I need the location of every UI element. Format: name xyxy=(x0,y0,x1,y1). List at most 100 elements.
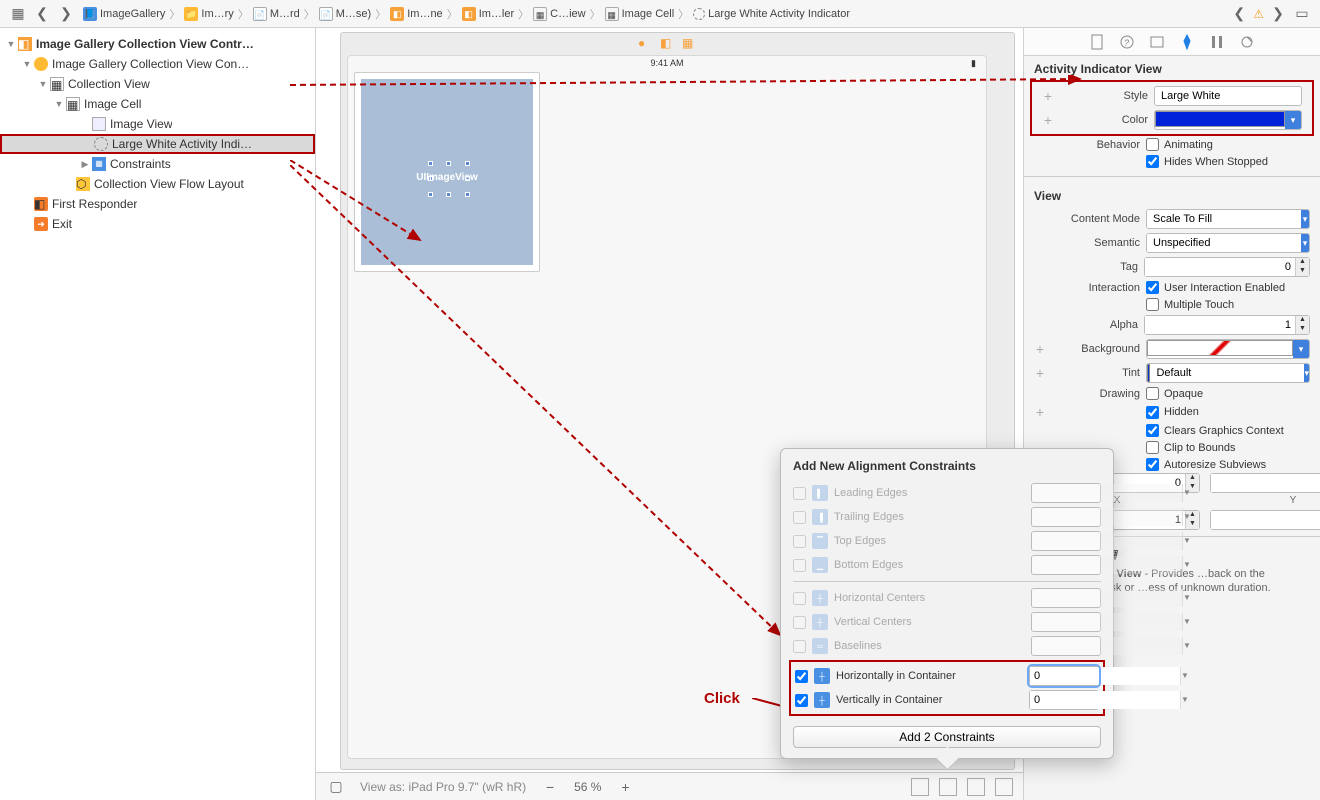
clip-checkbox[interactable] xyxy=(1146,441,1159,454)
alignment-constraints-popover: Add New Alignment Constraints ▌Leading E… xyxy=(780,448,1114,759)
constraint-checkbox xyxy=(793,592,806,605)
related-items-button[interactable]: ▦ xyxy=(8,4,28,24)
align-icon: ▐ xyxy=(812,509,828,525)
background-select[interactable]: ▾ xyxy=(1146,339,1310,359)
constraint-row: ┼Vertical Centers▼ xyxy=(793,610,1101,634)
constraint-value-input[interactable]: ▼ xyxy=(1029,690,1099,710)
align-button[interactable] xyxy=(939,778,957,796)
outline-item-collection-view[interactable]: ▼▦Collection View xyxy=(0,74,315,94)
add-constraints-button[interactable]: Add 2 Constraints xyxy=(793,726,1101,748)
constraint-row: ═Baselines▼ xyxy=(793,634,1101,658)
align-icon: ┼ xyxy=(814,692,830,708)
first-responder-icon: ◧ xyxy=(34,197,48,211)
section-view: View xyxy=(1024,183,1320,207)
user-interaction-checkbox[interactable] xyxy=(1146,281,1159,294)
autoresize-checkbox[interactable] xyxy=(1146,458,1159,471)
resolve-button[interactable] xyxy=(995,778,1013,796)
crumb-cell[interactable]: ▦Image Cell xyxy=(602,7,678,21)
section-activity-indicator: Activity Indicator View xyxy=(1024,56,1320,80)
constraint-checkbox xyxy=(793,559,806,572)
crumb-activity-indicator[interactable]: Large White Activity Indicator xyxy=(690,8,853,20)
constraint-row-h-container[interactable]: ┼Horizontally in Container▼ xyxy=(795,664,1099,688)
identity-inspector-tab[interactable] xyxy=(1149,34,1165,50)
pin-button[interactable] xyxy=(967,778,985,796)
exit-icon: ➜ xyxy=(34,217,48,231)
clears-checkbox[interactable] xyxy=(1146,424,1159,437)
connections-inspector-tab[interactable] xyxy=(1239,34,1255,50)
flow-layout-icon: ⬡ xyxy=(76,177,90,191)
constraint-row: ┼Horizontal Centers▼ xyxy=(793,586,1101,610)
device-dot-icon: ▦ xyxy=(682,36,696,50)
hidden-checkbox[interactable] xyxy=(1146,406,1159,419)
help-inspector-tab[interactable]: ? xyxy=(1119,34,1135,50)
crumb-project[interactable]: 📘ImageGallery xyxy=(80,7,168,21)
outline-item-image-view[interactable]: Image View xyxy=(0,114,315,134)
outline-item-first-responder[interactable]: ◧First Responder xyxy=(0,194,315,214)
outline-item-image-cell[interactable]: ▼▦Image Cell xyxy=(0,94,315,114)
constraint-row-v-container[interactable]: ┼Vertically in Container▼ xyxy=(795,688,1099,712)
annotation-click-label: Click xyxy=(704,690,740,707)
crumb-file2[interactable]: 📄M…se) xyxy=(316,7,374,21)
align-icon: ▔ xyxy=(812,533,828,549)
color-select[interactable]: ▾ xyxy=(1154,110,1302,130)
attributes-inspector-tab[interactable] xyxy=(1179,34,1195,50)
forward-button[interactable]: ❯ xyxy=(56,4,76,24)
embed-button[interactable] xyxy=(911,778,929,796)
outline-item-exit[interactable]: ➜Exit xyxy=(0,214,315,234)
outline-item-constraints[interactable]: ▶▦Constraints xyxy=(0,154,315,174)
back-button[interactable]: ❮ xyxy=(32,4,52,24)
style-select[interactable]: ▾ xyxy=(1154,86,1302,106)
constraint-value-input[interactable]: ▼ xyxy=(1029,666,1099,686)
constraint-checkbox[interactable] xyxy=(795,694,808,707)
alpha-stepper[interactable]: ▲▼ xyxy=(1144,315,1310,335)
crumb-scene2[interactable]: ◧Im…ler xyxy=(459,7,517,21)
controller-icon xyxy=(34,57,48,71)
constraint-checkbox[interactable] xyxy=(795,670,808,683)
align-icon: ┼ xyxy=(814,668,830,684)
outline-item-flow-layout[interactable]: ⬡Collection View Flow Layout xyxy=(0,174,315,194)
h-stepper[interactable]: ▲▼ xyxy=(1210,510,1320,530)
scene-icon: ◧ xyxy=(18,37,32,51)
crumb-folder[interactable]: 📁Im…ry xyxy=(181,7,236,21)
tint-select[interactable]: ▾ xyxy=(1146,363,1310,383)
opaque-checkbox[interactable] xyxy=(1146,387,1159,400)
image-view-preview[interactable]: UIImageView xyxy=(361,79,533,265)
prev-issue-button[interactable]: ❮ xyxy=(1229,4,1249,24)
collection-view-icon: ▦ xyxy=(50,77,64,91)
cell-icon: ▦ xyxy=(66,97,80,111)
crumb-file1[interactable]: 📄M…rd xyxy=(250,7,303,21)
device-dot-icon: ◧ xyxy=(660,36,674,50)
activity-indicator-selection[interactable]: UIImageView xyxy=(431,164,467,194)
multiple-touch-checkbox[interactable] xyxy=(1146,298,1159,311)
outline-toggle-button[interactable]: ▢ xyxy=(326,777,346,797)
warning-icon: ⚠ xyxy=(1253,7,1264,21)
content-mode-select[interactable]: ▾ xyxy=(1146,209,1310,229)
activity-indicator-icon xyxy=(94,137,108,151)
constraint-row: ▌Leading Edges▼ xyxy=(793,481,1101,505)
scene-header[interactable]: ▼◧ Image Gallery Collection View Contr… xyxy=(0,34,315,54)
collection-cell-preview[interactable]: UIImageView xyxy=(354,72,540,272)
y-stepper[interactable]: ▲▼ xyxy=(1210,473,1320,493)
semantic-select[interactable]: ▾ xyxy=(1146,233,1310,253)
hides-when-stopped-checkbox[interactable] xyxy=(1146,155,1159,168)
crumb-scene1[interactable]: ◧Im…ne xyxy=(387,7,445,21)
next-issue-button[interactable]: ❯ xyxy=(1268,4,1288,24)
tag-stepper[interactable]: ▲▼ xyxy=(1144,257,1310,277)
crumb-cv[interactable]: ▦C…iew xyxy=(530,7,588,21)
outline-item-activity-indicator[interactable]: Large White Activity Indi… xyxy=(0,134,315,154)
view-as-label[interactable]: View as: iPad Pro 9.7" (wR hR) xyxy=(360,780,526,794)
selection-label: UIImageView xyxy=(387,172,507,183)
assistant-toggle-button[interactable]: ▭ xyxy=(1292,4,1312,24)
device-dot-icon: ● xyxy=(638,36,652,50)
constraint-checkbox xyxy=(793,535,806,548)
zoom-level: 56 % xyxy=(574,780,601,794)
animating-checkbox[interactable] xyxy=(1146,138,1159,151)
zoom-out-button[interactable]: − xyxy=(540,777,560,797)
align-icon: ┼ xyxy=(812,590,828,606)
constraint-row: ▐Trailing Edges▼ xyxy=(793,505,1101,529)
zoom-in-button[interactable]: + xyxy=(615,777,635,797)
size-inspector-tab[interactable] xyxy=(1209,34,1225,50)
outline-item-controller[interactable]: ▼Image Gallery Collection View Con… xyxy=(0,54,315,74)
file-inspector-tab[interactable] xyxy=(1089,34,1105,50)
jump-bar: ▦ ❮ ❯ 📘ImageGallery〉 📁Im…ry〉 📄M…rd〉 📄M…s… xyxy=(0,0,1320,28)
